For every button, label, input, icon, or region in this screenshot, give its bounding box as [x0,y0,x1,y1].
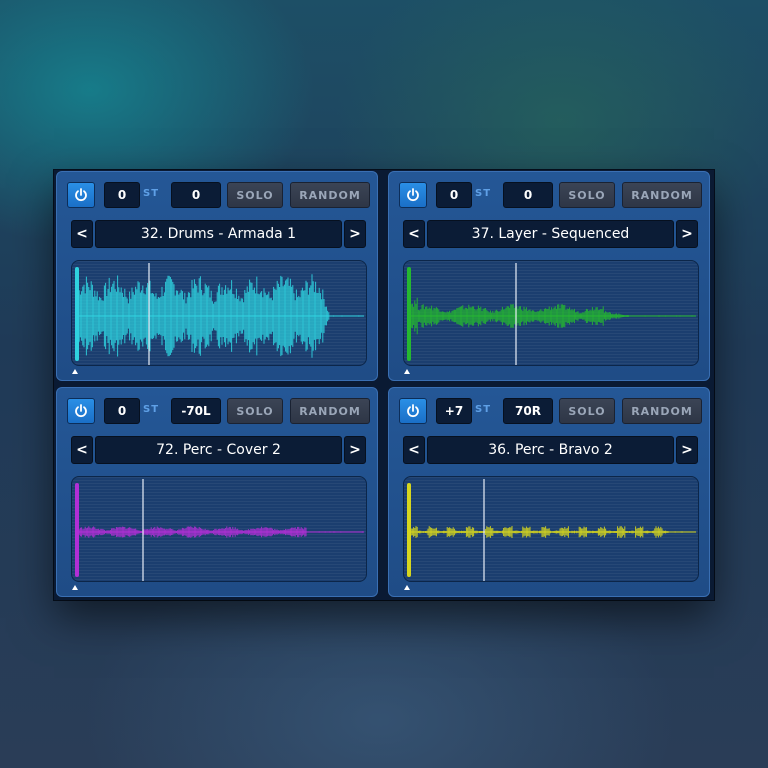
power-icon [407,404,419,418]
power-button[interactable] [67,398,95,424]
sample-pad-4: +7 ST 70R SOLO RANDOM < 36. Perc - Bravo… [388,387,710,597]
semitone-label: ST [475,404,492,415]
preset-name[interactable]: 36. Perc - Bravo 2 [427,436,674,464]
sample-start-handle[interactable] [407,483,411,577]
sample-start-handle[interactable] [407,267,411,361]
semitone-label: ST [143,188,160,199]
waveform-display[interactable] [71,260,367,366]
solo-button[interactable]: SOLO [227,182,283,208]
start-marker[interactable] [72,585,78,590]
next-preset-button[interactable]: > [344,436,366,464]
start-marker[interactable] [404,369,410,374]
semitone-label: ST [143,404,160,415]
sample-start-handle[interactable] [75,483,79,577]
waveform [407,479,697,581]
next-preset-button[interactable]: > [344,220,366,248]
power-icon [75,188,87,202]
waveform [407,263,697,365]
power-icon [407,188,419,202]
sample-start-handle[interactable] [75,267,79,361]
random-button[interactable]: RANDOM [290,398,370,424]
preset-name[interactable]: 37. Layer - Sequenced [427,220,674,248]
power-button[interactable] [399,182,427,208]
tune-field[interactable]: 0 [436,182,472,208]
pan-field[interactable]: -70L [171,398,221,424]
solo-button[interactable]: SOLO [559,398,615,424]
semitone-label: ST [475,188,492,199]
sample-pad-1: 0 ST 0 SOLO RANDOM < 32. Drums - Armada … [56,171,378,381]
power-button[interactable] [399,398,427,424]
next-preset-button[interactable]: > [676,220,698,248]
tune-field[interactable]: 0 [104,182,140,208]
tune-field[interactable]: 0 [104,398,140,424]
solo-button[interactable]: SOLO [227,398,283,424]
pan-field[interactable]: 0 [503,182,553,208]
pan-field[interactable]: 70R [503,398,553,424]
prev-preset-button[interactable]: < [71,436,93,464]
start-marker[interactable] [72,369,78,374]
sampler-panel: 0 ST 0 SOLO RANDOM < 32. Drums - Armada … [54,170,714,600]
tune-field[interactable]: +7 [436,398,472,424]
power-icon [75,404,87,418]
waveform [75,263,365,365]
preset-name[interactable]: 72. Perc - Cover 2 [95,436,342,464]
waveform-display[interactable] [403,476,699,582]
random-button[interactable]: RANDOM [622,182,702,208]
random-button[interactable]: RANDOM [622,398,702,424]
waveform [75,479,365,581]
random-button[interactable]: RANDOM [290,182,370,208]
next-preset-button[interactable]: > [676,436,698,464]
prev-preset-button[interactable]: < [71,220,93,248]
prev-preset-button[interactable]: < [403,436,425,464]
waveform-display[interactable] [71,476,367,582]
power-button[interactable] [67,182,95,208]
solo-button[interactable]: SOLO [559,182,615,208]
preset-name[interactable]: 32. Drums - Armada 1 [95,220,342,248]
sample-pad-2: 0 ST 0 SOLO RANDOM < 37. Layer - Sequenc… [388,171,710,381]
prev-preset-button[interactable]: < [403,220,425,248]
start-marker[interactable] [404,585,410,590]
sample-pad-3: 0 ST -70L SOLO RANDOM < 72. Perc - Cover… [56,387,378,597]
pan-field[interactable]: 0 [171,182,221,208]
waveform-display[interactable] [403,260,699,366]
